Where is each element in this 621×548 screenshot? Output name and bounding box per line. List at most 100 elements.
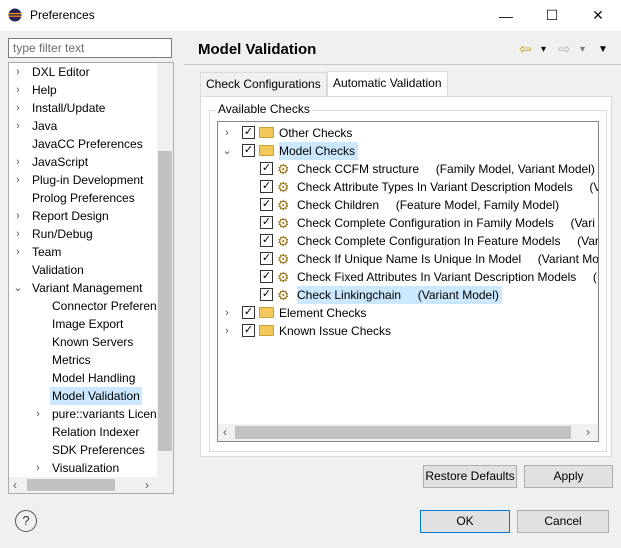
check-label: Check Complete Configuration In Feature … [297, 234, 599, 248]
tab-automatic-validation[interactable]: Automatic Validation [327, 71, 448, 97]
chevron-right-icon[interactable]: › [222, 322, 232, 340]
checkbox[interactable]: ✓ [260, 198, 273, 211]
check-label: Check Attribute Types In Variant Descrip… [297, 180, 599, 194]
folder-icon [259, 127, 274, 138]
chevron-right-icon[interactable]: › [13, 243, 23, 261]
checkbox[interactable]: ✓ [260, 288, 273, 301]
tree-item-label: Model Validation [50, 387, 142, 405]
tree-item-label: Team [32, 245, 62, 259]
chevron-right-icon[interactable]: › [13, 81, 23, 99]
checks-horizontal-scrollbar[interactable]: ‹ › [218, 424, 598, 441]
title-bar: Preferences — ☐ ✕ [0, 0, 621, 31]
filter-field[interactable] [8, 38, 172, 58]
check-label: Check Fixed Attributes In Variant Descri… [297, 270, 597, 284]
validation-check-icon: ⚙ [277, 269, 290, 285]
scroll-right-arrow-icon[interactable]: › [145, 477, 149, 493]
tree-horizontal-scroll-thumb[interactable] [27, 479, 115, 491]
check-label: Check If Unique Name Is Unique In Model … [297, 252, 599, 266]
restore-defaults-button[interactable]: Restore Defaults [423, 465, 517, 488]
minimize-button[interactable]: — [483, 0, 529, 31]
chevron-right-icon[interactable]: › [13, 153, 23, 171]
chevron-right-icon[interactable]: › [13, 171, 23, 189]
checks-horizontal-scroll-thumb[interactable] [235, 426, 571, 439]
checkbox[interactable]: ✓ [242, 324, 255, 337]
chevron-right-icon[interactable]: › [13, 207, 23, 225]
checkbox[interactable]: ✓ [260, 270, 273, 283]
tree-item-label: Connector Preferenc [52, 299, 163, 313]
tree-item-label: Java [32, 119, 58, 133]
scroll-left-arrow-icon[interactable]: ‹ [13, 477, 17, 493]
validation-check-icon: ⚙ [277, 179, 290, 195]
forward-arrow-icon[interactable]: ⇨ [558, 40, 571, 58]
checkbox[interactable]: ✓ [260, 162, 273, 175]
folder-icon [259, 307, 274, 318]
tree-item-label: DXL Editor [32, 65, 90, 79]
tree-item-label: Model Handling [52, 371, 136, 385]
check-label: Check Children (Feature Model, Family Mo… [297, 198, 560, 212]
checks-tree: › ✓ Other Checks ⌄ ✓ Model Checks ✓ ⚙ Check CCFM… [217, 121, 599, 442]
view-menu-icon[interactable]: ▼ [598, 44, 608, 55]
preferences-tree: › DXL Editor › Help › Install/Update › Java Java… [8, 62, 174, 494]
chevron-right-icon[interactable]: › [222, 304, 232, 322]
chevron-right-icon[interactable]: › [13, 225, 23, 243]
page-title: Model Validation [198, 41, 317, 58]
checkbox[interactable]: ✓ [242, 306, 255, 319]
chevron-right-icon[interactable]: › [33, 459, 43, 477]
ok-button[interactable]: OK [420, 510, 510, 533]
help-icon[interactable]: ? [15, 510, 37, 532]
tree-item-label: Run/Debug [32, 227, 93, 241]
check-label: Other Checks [279, 126, 353, 140]
chevron-right-icon[interactable]: › [13, 99, 23, 117]
checkbox[interactable]: ✓ [260, 234, 273, 247]
tree-vertical-scrollbar[interactable] [157, 63, 173, 493]
back-menu-chevron-icon[interactable]: ▾ [541, 44, 546, 55]
scroll-right-arrow-icon[interactable]: › [586, 424, 590, 441]
tree-item-label: Help [32, 83, 57, 97]
tree-item-label: Image Export [52, 317, 124, 331]
window-title: Preferences [30, 8, 95, 22]
tab-check-configurations[interactable]: Check Configurations [200, 72, 327, 96]
checkbox[interactable]: ✓ [260, 180, 273, 193]
chevron-down-icon[interactable]: ⌄ [222, 142, 232, 160]
tree-item-label: Visualization [52, 461, 120, 475]
close-button[interactable]: ✕ [575, 0, 621, 31]
maximize-button[interactable]: ☐ [529, 0, 575, 31]
header-separator [184, 64, 621, 65]
apply-button[interactable]: Apply [524, 465, 613, 488]
tree-item-label: JavaCC Preferences [32, 137, 143, 151]
chevron-right-icon[interactable]: › [13, 63, 23, 81]
chevron-right-icon[interactable]: › [222, 124, 232, 142]
filter-input[interactable] [9, 39, 171, 57]
chevron-down-icon[interactable]: ⌄ [13, 279, 23, 297]
tree-item-label: Relation Indexer [52, 425, 140, 439]
check-label: Model Checks [279, 142, 359, 160]
tree-item-label: Prolog Preferences [32, 191, 135, 205]
cancel-button[interactable]: Cancel [517, 510, 609, 533]
tree-item-label: Variant Management [32, 281, 143, 295]
tree-vertical-scroll-thumb[interactable] [158, 151, 172, 451]
validation-check-icon: ⚙ [277, 197, 290, 213]
back-arrow-icon[interactable]: ⇦ [519, 40, 532, 58]
check-label: Check Complete Configuration in Family M… [297, 216, 595, 230]
validation-check-icon: ⚙ [277, 251, 290, 267]
tree-item-label: JavaScript [32, 155, 89, 169]
checkbox[interactable]: ✓ [242, 126, 255, 139]
tree-item-label: Known Servers [52, 335, 134, 349]
tree-item-label: SDK Preferences [52, 443, 145, 457]
scroll-left-arrow-icon[interactable]: ‹ [223, 424, 227, 441]
checkbox[interactable]: ✓ [242, 144, 255, 157]
folder-icon [259, 325, 274, 336]
validation-check-icon: ⚙ [277, 215, 290, 231]
eclipse-app-icon [8, 8, 22, 22]
chevron-right-icon[interactable]: › [13, 117, 23, 135]
check-label: Check Linkingchain (Variant Model) [297, 286, 502, 304]
checkbox[interactable]: ✓ [260, 216, 273, 229]
tree-horizontal-scrollbar[interactable]: ‹ › [9, 477, 157, 493]
checkbox[interactable]: ✓ [260, 252, 273, 265]
check-label: Element Checks [279, 306, 367, 320]
forward-menu-chevron-icon[interactable]: ▾ [580, 44, 585, 55]
tree-item-label: pure::variants Licens [52, 407, 163, 421]
chevron-right-icon[interactable]: › [33, 405, 43, 423]
validation-check-icon: ⚙ [277, 233, 290, 249]
check-label: Known Issue Checks [279, 324, 392, 338]
